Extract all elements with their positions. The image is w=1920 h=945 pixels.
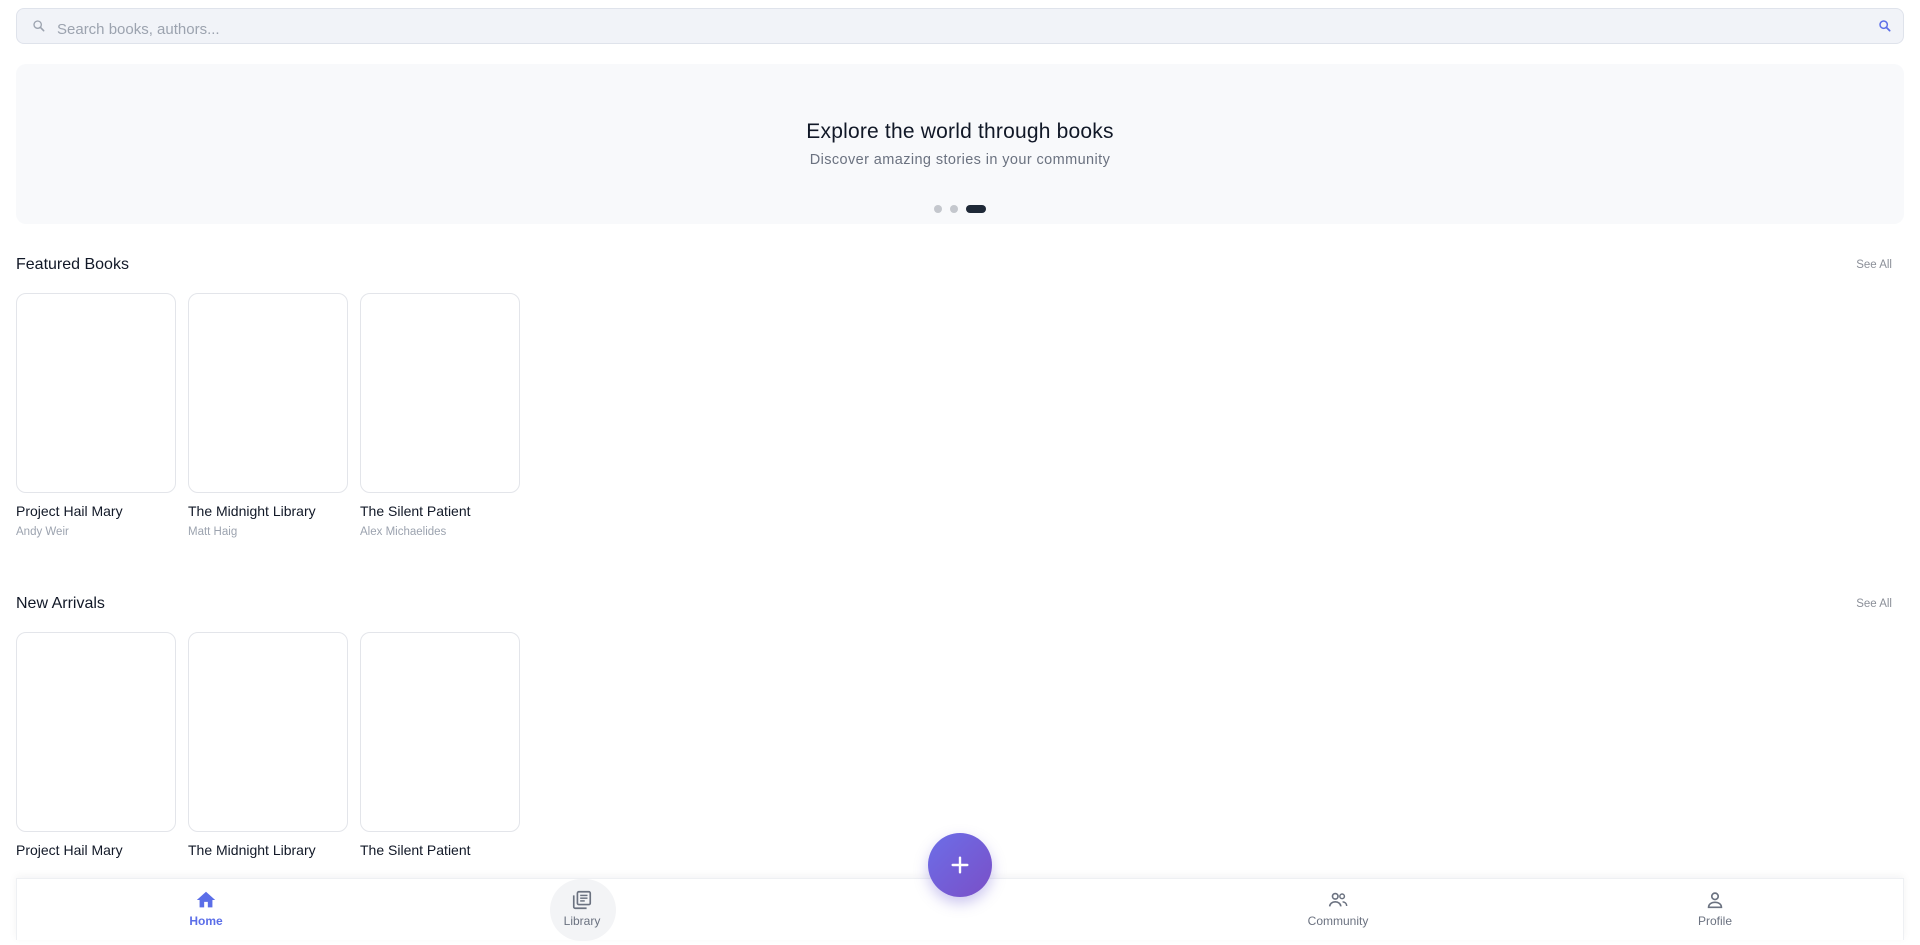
- book-card[interactable]: The Midnight Library Matt Haig: [188, 293, 348, 538]
- nav-label-profile: Profile: [1697, 914, 1732, 928]
- nav-item-home[interactable]: Home: [156, 879, 256, 941]
- book-title: Project Hail Mary: [16, 503, 123, 519]
- search-input[interactable]: [57, 9, 1857, 45]
- book-title: The Silent Patient: [360, 503, 471, 519]
- section-title: Featured Books: [16, 256, 129, 273]
- book-card[interactable]: The Silent Patient: [360, 632, 520, 858]
- add-book-fab[interactable]: [928, 833, 992, 897]
- carousel-dot-3[interactable]: [966, 205, 986, 213]
- carousel-dot-1[interactable]: [934, 205, 942, 213]
- community-icon: [1328, 892, 1348, 907]
- see-all-new-arrivals-link[interactable]: See All: [1856, 598, 1892, 610]
- book-title: The Midnight Library: [188, 503, 316, 519]
- book-card[interactable]: The Silent Patient Alex Michaelides: [360, 293, 520, 538]
- book-card[interactable]: Project Hail Mary: [16, 632, 176, 858]
- hero-title: Explore the world through books: [806, 120, 1114, 143]
- hero-subtitle: Discover amazing stories in your communi…: [809, 152, 1111, 168]
- search-icon: [33, 20, 45, 32]
- book-cover: [16, 293, 176, 493]
- book-title: Project Hail Mary: [16, 842, 123, 858]
- book-cover: [188, 632, 348, 832]
- featured-books-header: Featured Books See All: [16, 256, 1904, 280]
- carousel-dot-2[interactable]: [950, 205, 958, 213]
- hero-carousel[interactable]: Explore the world through books Discover…: [16, 64, 1904, 224]
- library-icon: [572, 890, 592, 910]
- new-arrivals-header: New Arrivals See All: [16, 595, 1904, 619]
- home-icon: [196, 891, 216, 908]
- nav-item-library[interactable]: Library: [532, 879, 632, 941]
- search-submit-icon[interactable]: [1877, 18, 1893, 34]
- book-title: The Midnight Library: [188, 842, 316, 858]
- book-card[interactable]: The Midnight Library: [188, 632, 348, 858]
- book-cover: [360, 293, 520, 493]
- book-cover: [16, 632, 176, 832]
- book-author: Andy Weir: [16, 526, 69, 538]
- book-cover: [360, 632, 520, 832]
- book-author: Alex Michaelides: [360, 526, 447, 538]
- nav-item-profile[interactable]: Profile: [1665, 879, 1765, 941]
- profile-icon: [1707, 892, 1723, 909]
- carousel-indicators: [16, 205, 1904, 213]
- search-bar: [16, 8, 1904, 45]
- nav-item-community[interactable]: Community: [1288, 879, 1388, 941]
- book-card[interactable]: Project Hail Mary Andy Weir: [16, 293, 176, 538]
- section-title: New Arrivals: [16, 595, 105, 612]
- nav-label-community: Community: [1307, 914, 1369, 928]
- see-all-featured-link[interactable]: See All: [1856, 259, 1892, 271]
- nav-label-library: Library: [563, 914, 601, 928]
- book-title: The Silent Patient: [360, 842, 471, 858]
- book-author: Matt Haig: [188, 526, 238, 538]
- nav-label-home: Home: [189, 914, 223, 928]
- plus-icon: [951, 856, 969, 874]
- book-cover: [188, 293, 348, 493]
